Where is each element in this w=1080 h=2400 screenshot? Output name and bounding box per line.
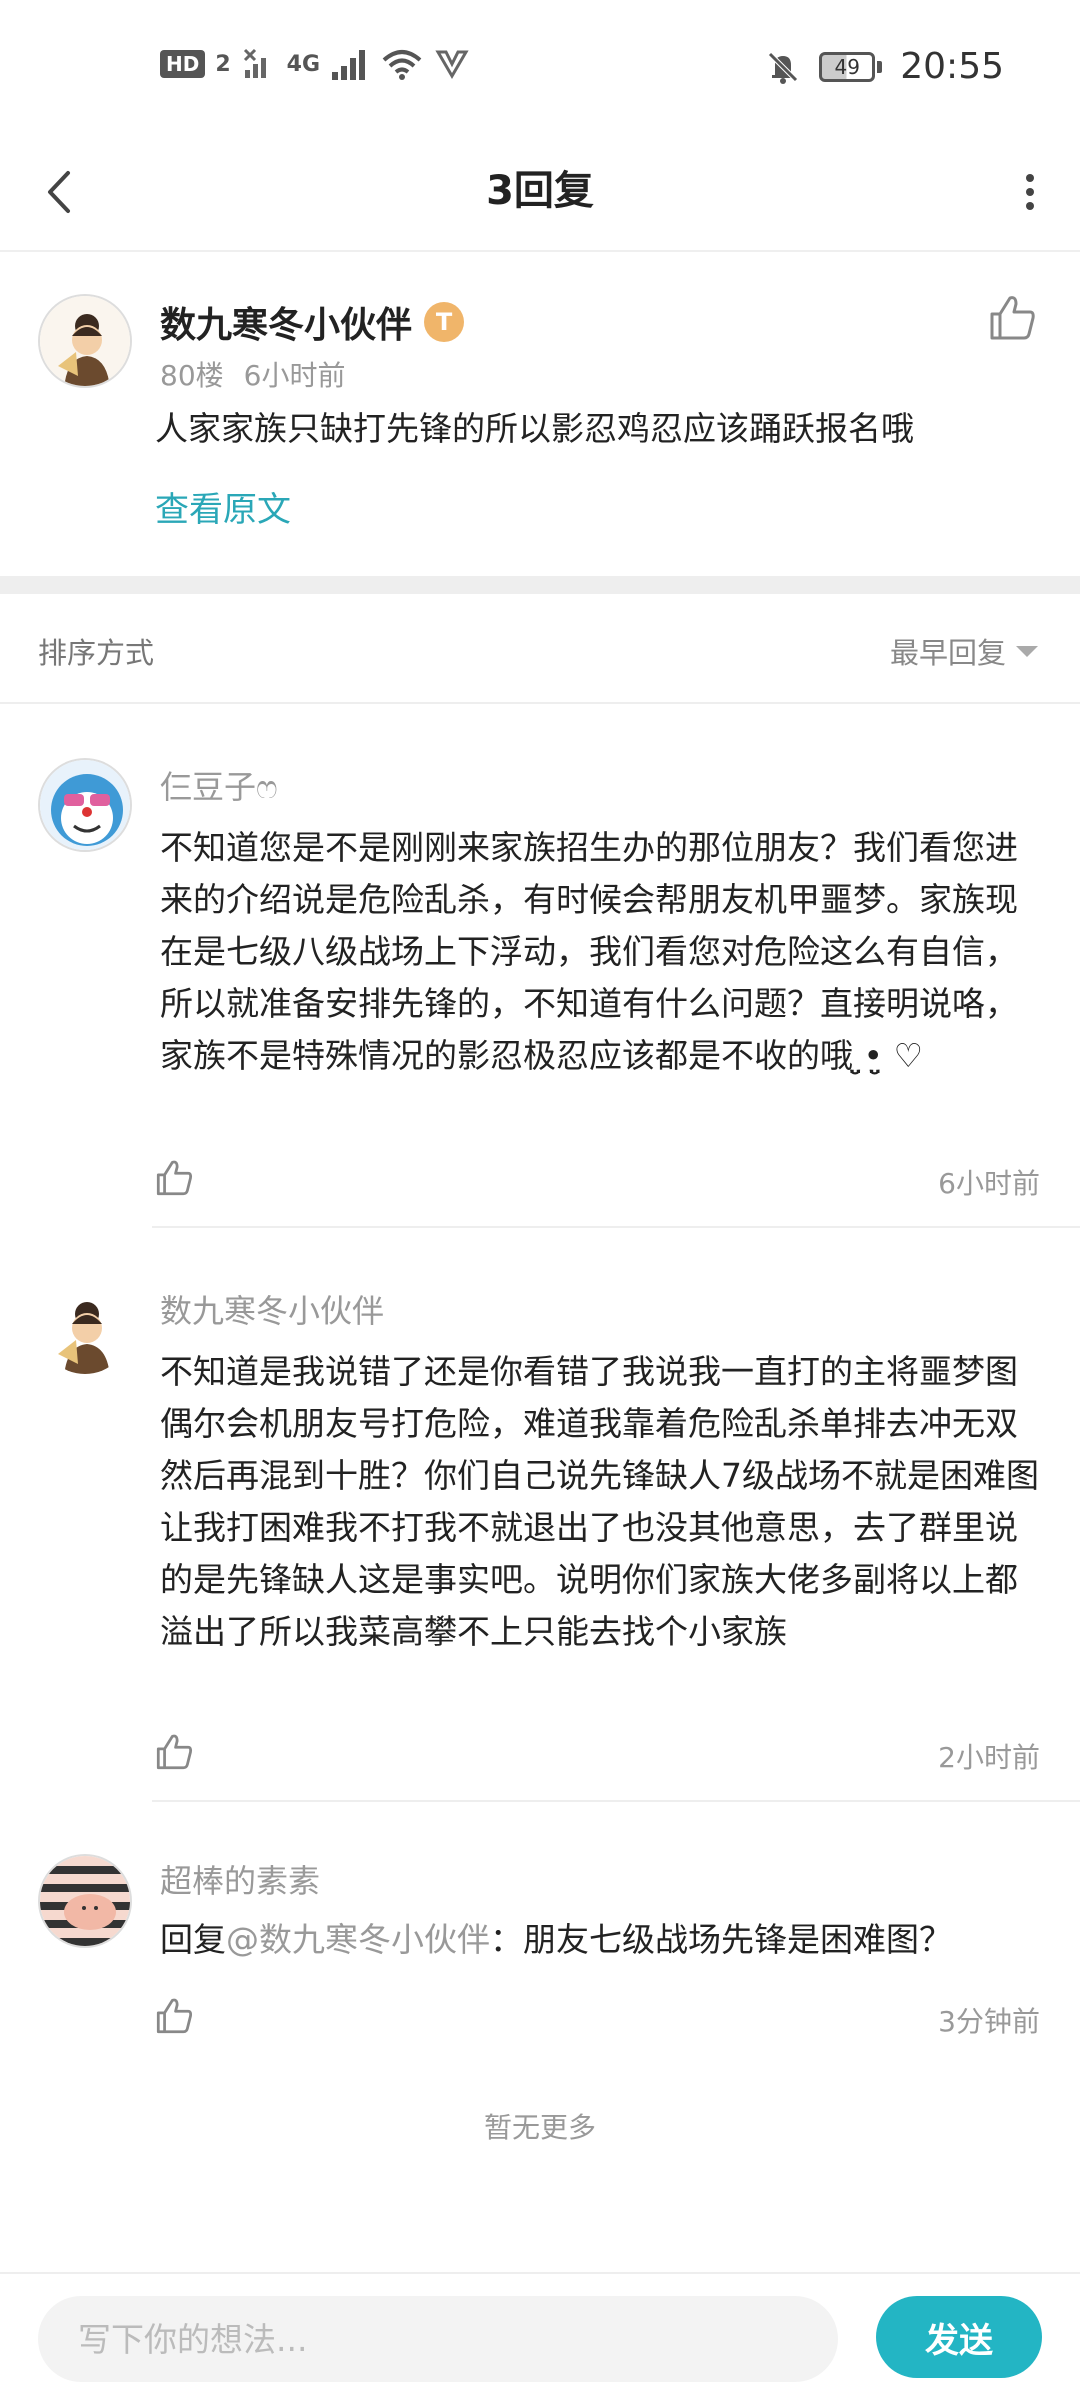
level-badge: T: [424, 302, 465, 342]
like-button[interactable]: [984, 290, 1040, 346]
reply-body: ：朋友七级战场先锋是困难图？: [490, 1920, 952, 1959]
battery-indicator: 49: [819, 51, 883, 82]
reply-author[interactable]: 仨豆子ෆ: [160, 762, 278, 808]
floor-number: 80楼: [160, 359, 224, 392]
avatar-image: [40, 760, 130, 850]
reply-content: 不知道是我说错了还是你看错了我说我一直打的主将噩梦图偶尔会机朋友号打危险，难道我…: [160, 1352, 1039, 1651]
comment-composer: 发送: [0, 2272, 1080, 2400]
avatar-image: [40, 1856, 130, 1946]
reply-content: 不知道您是不是刚刚来家族招生办的那位朋友？我们看您进来的介绍说是危险乱杀，有时候…: [160, 828, 1018, 1075]
post-author[interactable]: 数九寒冬小伙伴 T: [160, 296, 465, 348]
avatar-image: [40, 296, 130, 386]
reply-item: 数九寒冬小伙伴 不知道是我说错了还是你看错了我说我一直打的主将噩梦图偶尔会机朋友…: [0, 1282, 1080, 1802]
avatar[interactable]: [38, 758, 132, 852]
post-content: 人家家族只缺打先锋的所以影忍鸡忍应该踊跃报名哦: [155, 409, 914, 448]
avatar[interactable]: [38, 1854, 132, 1948]
battery-level: 49: [819, 51, 876, 82]
section-divider: [0, 576, 1080, 594]
reply-content: 回复@数九寒冬小伙伴：朋友七级战场先锋是困难图？: [160, 1914, 1040, 1966]
battery-tip: [877, 60, 883, 73]
status-right: 49 20:55: [765, 46, 1004, 87]
navigation-bar: 3回复: [0, 140, 1080, 252]
reply-divider: [152, 1226, 1080, 1228]
view-original-link[interactable]: 查看原文: [155, 482, 291, 531]
mute-bell-icon: [768, 51, 799, 84]
avatar[interactable]: [38, 1282, 132, 1376]
signal-icon: [332, 50, 366, 80]
comment-input[interactable]: [38, 2296, 838, 2382]
author-name: 数九寒冬小伙伴: [160, 305, 413, 346]
send-button[interactable]: 发送: [876, 2296, 1042, 2378]
sort-value: 最早回复: [889, 636, 1006, 670]
thumbs-up-icon: [156, 1734, 193, 1770]
sort-bar: 排序方式 最早回复: [0, 594, 1080, 704]
like-button[interactable]: [152, 1156, 196, 1200]
reply-prefix: 回复: [160, 1920, 226, 1959]
more-vertical-icon: [1026, 174, 1034, 210]
post-time: 6小时前: [243, 359, 346, 392]
clock: 20:55: [900, 46, 1004, 87]
reply-divider: [152, 1800, 1080, 1802]
status-bar: HD 2 4G 49 20:55: [0, 0, 1080, 140]
sort-label: 排序方式: [38, 636, 155, 670]
reply-item: 超棒的素素 回复@数九寒冬小伙伴：朋友七级战场先锋是困难图？ 3分钟前: [0, 1854, 1080, 2054]
reply-item: 仨豆子ෆ 不知道您是不是刚刚来家族招生办的那位朋友？我们看您进来的介绍说是危险乱…: [0, 758, 1080, 1228]
mention-link[interactable]: @数九寒冬小伙伴: [226, 1920, 490, 1959]
sim-indicator: 2: [215, 51, 231, 77]
vpn-icon: [435, 50, 469, 79]
sort-dropdown[interactable]: 最早回复: [890, 630, 1038, 672]
avatar-image: [40, 1284, 130, 1374]
no-more-text: 暂无更多: [483, 2111, 596, 2144]
thumbs-up-icon: [990, 296, 1035, 340]
reply-author[interactable]: 超棒的素素: [160, 1856, 320, 1902]
wifi-icon: [382, 50, 422, 80]
caret-down-icon: [1016, 645, 1038, 657]
like-button[interactable]: [152, 1730, 196, 1774]
thumbs-up-icon: [156, 1160, 193, 1196]
post-meta: 80楼 6小时前: [160, 354, 345, 394]
avatar[interactable]: [38, 294, 132, 388]
reply-time: 3分钟前: [938, 2005, 1040, 2038]
like-button[interactable]: [152, 1994, 196, 2038]
page-title: 3回复: [486, 168, 594, 214]
status-left: HD 2 4G: [160, 46, 470, 82]
original-post: 数九寒冬小伙伴 T 80楼 6小时前 人家家族只缺打先锋的所以影忍鸡忍应该踊跃报…: [0, 254, 1080, 574]
reply-author[interactable]: 数九寒冬小伙伴: [160, 1286, 384, 1332]
more-options-button[interactable]: [1000, 162, 1060, 222]
thumbs-up-icon: [156, 1998, 193, 2034]
reply-time: 2小时前: [938, 1741, 1040, 1774]
no-signal-icon: [243, 48, 266, 78]
reply-time: 6小时前: [938, 1167, 1040, 1200]
network-type: 4G: [286, 51, 321, 77]
hd-badge: HD: [160, 50, 206, 78]
